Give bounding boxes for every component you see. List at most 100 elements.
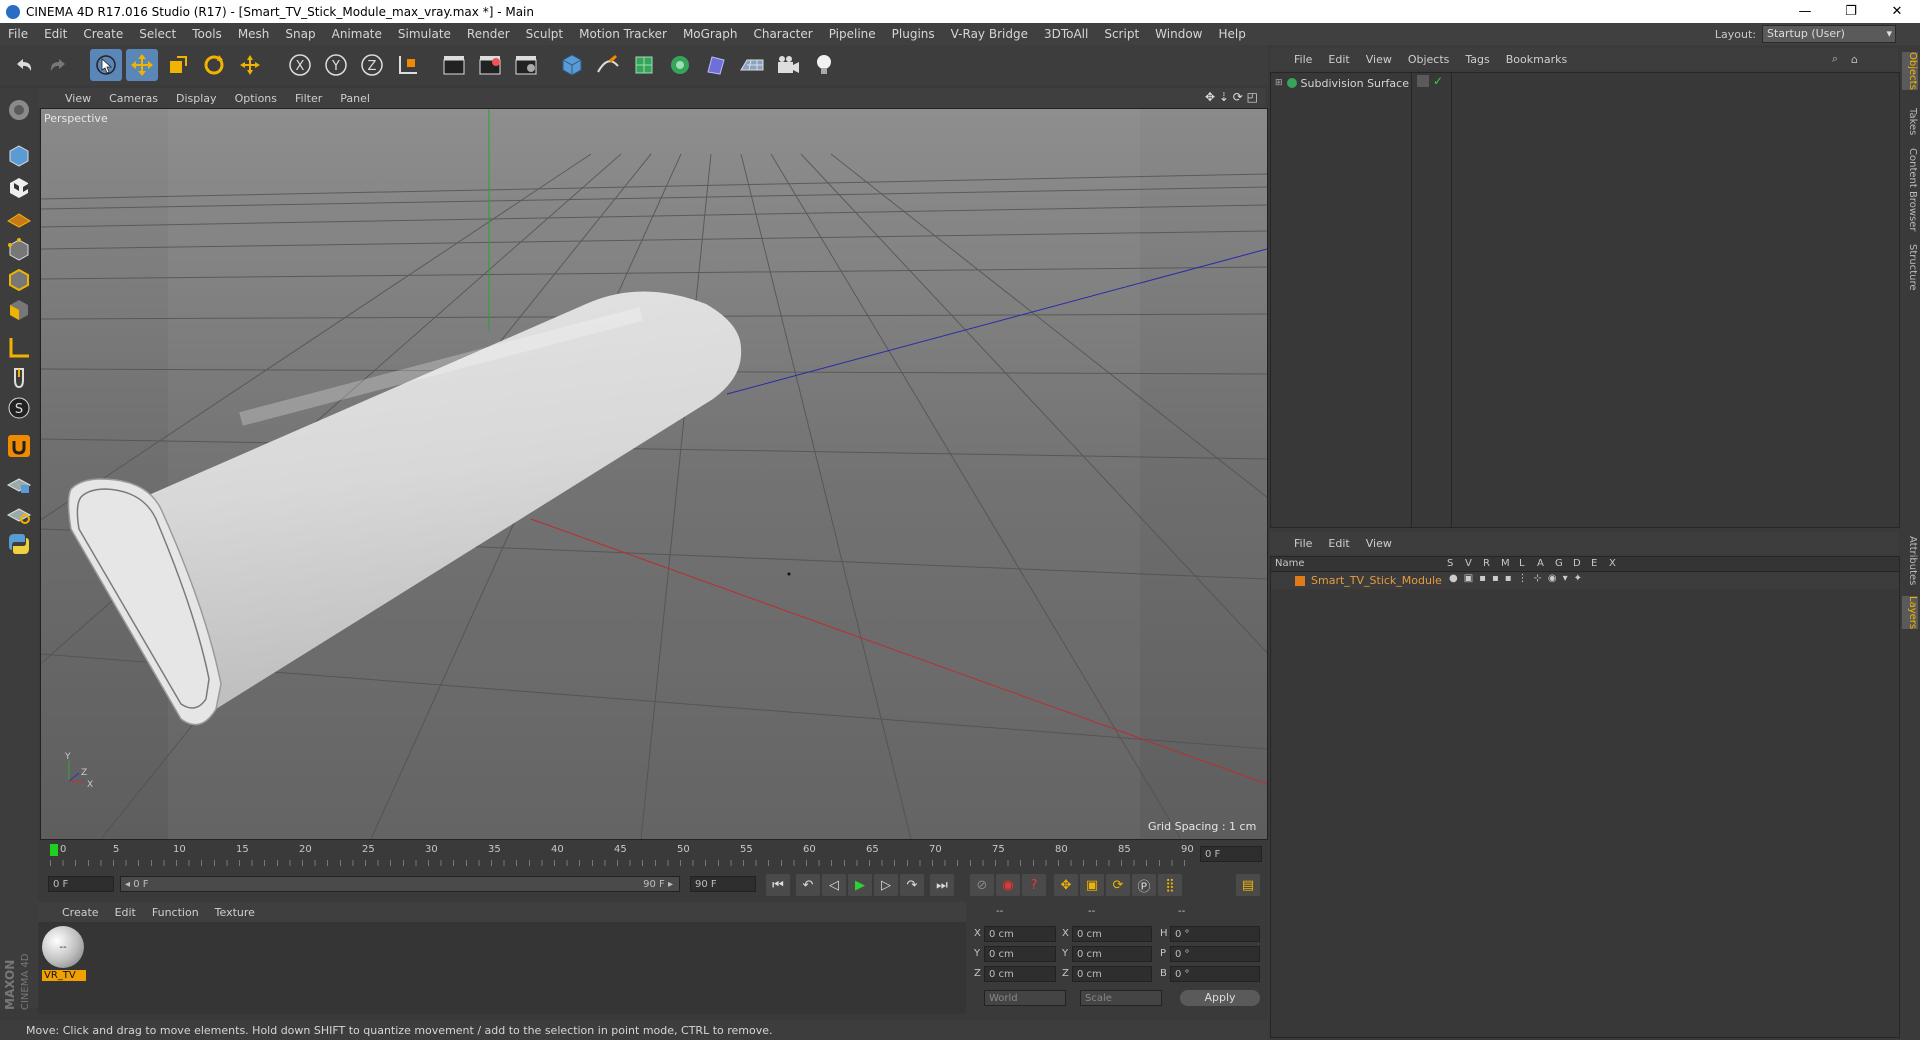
menu-help[interactable]: Help	[1210, 27, 1253, 41]
redo-icon[interactable]	[42, 49, 74, 81]
key-scale-icon[interactable]: ▣	[1080, 874, 1104, 896]
object-row[interactable]: ⊞ Subdivision Surface	[1275, 75, 1409, 91]
3d-viewport[interactable]: Y Z X	[40, 108, 1268, 840]
camera-object-icon[interactable]	[772, 49, 804, 81]
restore-button[interactable]: ❐	[1828, 0, 1874, 23]
size-mode-select[interactable]: Scale	[1080, 990, 1162, 1006]
menu-mograph[interactable]: MoGraph	[675, 27, 746, 41]
menu-snap[interactable]: Snap	[277, 27, 323, 41]
timeline-window-icon[interactable]: ▤	[1236, 874, 1260, 896]
menu-create[interactable]: Create	[75, 27, 131, 41]
key-parameter-icon[interactable]: Ⓟ	[1132, 874, 1156, 896]
viewport-menu-panel[interactable]: Panel	[331, 92, 379, 105]
menu-script[interactable]: Script	[1096, 27, 1147, 41]
menu-animate[interactable]: Animate	[324, 27, 390, 41]
light-object-icon[interactable]	[808, 49, 840, 81]
current-frame-field[interactable]: 0 F	[1200, 846, 1262, 862]
python-icon[interactable]	[3, 528, 35, 560]
viewport-nav-icons[interactable]: ✥ ⇣ ⟳ ◰	[1205, 90, 1258, 104]
objects-menu-bookmarks[interactable]: Bookmarks	[1498, 53, 1575, 66]
layout-select[interactable]: Startup (User)	[1762, 25, 1896, 43]
menu-tools[interactable]: Tools	[184, 27, 230, 41]
menu-character[interactable]: Character	[745, 27, 820, 41]
snap-icon[interactable]: S	[3, 392, 35, 424]
playhead-marker[interactable]	[50, 844, 58, 856]
autokey-icon[interactable]: ◉	[996, 874, 1020, 896]
editor-visibility-icon[interactable]	[1417, 75, 1429, 87]
rotation-p-field[interactable]: 0 °	[1170, 946, 1260, 962]
previous-frame-icon[interactable]: ◁	[822, 874, 846, 896]
layer-color-swatch[interactable]	[1295, 576, 1305, 586]
menu-pipeline[interactable]: Pipeline	[821, 27, 884, 41]
rotate-tool-icon[interactable]	[198, 49, 230, 81]
material-menu-texture[interactable]: Texture	[207, 906, 263, 919]
viewport-menu-filter[interactable]: Filter	[286, 92, 331, 105]
tab-takes[interactable]: Takes	[1902, 108, 1918, 135]
size-x-field[interactable]: 0 cm	[1072, 926, 1152, 942]
objects-menu-objects[interactable]: Objects	[1400, 53, 1458, 66]
apply-button[interactable]: Apply	[1180, 990, 1260, 1006]
position-x-field[interactable]: 0 cm	[984, 926, 1056, 942]
viewport-menu-options[interactable]: Options	[226, 92, 286, 105]
next-frame-icon[interactable]: ▷	[874, 874, 898, 896]
close-button[interactable]: ✕	[1874, 0, 1920, 23]
viewport-menu-cameras[interactable]: Cameras	[100, 92, 167, 105]
expand-icon[interactable]: ⊞	[1275, 78, 1283, 88]
menu-file[interactable]: File	[0, 27, 36, 41]
transform-tool-icon[interactable]	[234, 49, 266, 81]
rotation-h-field[interactable]: 0 °	[1170, 926, 1260, 942]
enabled-check-icon[interactable]: ✓	[1433, 74, 1443, 88]
key-rotation-icon[interactable]: ⟳	[1106, 874, 1130, 896]
model-mode-icon[interactable]	[3, 140, 35, 172]
objects-menu-file[interactable]: File	[1286, 53, 1320, 66]
tweak-mode-icon[interactable]	[3, 362, 35, 394]
y-axis-lock-icon[interactable]: Y	[320, 49, 352, 81]
menu-sculpt[interactable]: Sculpt	[518, 27, 571, 41]
tab-content-browser[interactable]: Content Browser	[1902, 148, 1918, 231]
viewport-menu-display[interactable]: Display	[167, 92, 226, 105]
x-axis-lock-icon[interactable]: X	[284, 49, 316, 81]
edges-mode-icon[interactable]	[3, 264, 35, 296]
menu-plugins[interactable]: Plugins	[884, 27, 943, 41]
undo-icon[interactable]	[8, 49, 40, 81]
magnet-icon[interactable]	[3, 430, 35, 462]
previous-key-icon[interactable]: ↶	[796, 874, 820, 896]
material-swatch[interactable]: -- VR_TV	[42, 926, 86, 984]
end-frame-field[interactable]: 90 F	[690, 876, 756, 892]
menu-vray-bridge[interactable]: V-Ray Bridge	[943, 27, 1036, 41]
render-view-icon[interactable]	[438, 49, 470, 81]
tab-layers[interactable]: Layers	[1902, 596, 1918, 630]
menu-simulate[interactable]: Simulate	[390, 27, 459, 41]
cube-object-icon[interactable]	[556, 49, 588, 81]
goto-start-icon[interactable]: ⏮	[766, 874, 790, 896]
planar-workplane-icon[interactable]	[3, 498, 35, 530]
render-settings-icon[interactable]	[510, 49, 542, 81]
position-z-field[interactable]: 0 cm	[984, 966, 1056, 982]
make-editable-icon[interactable]	[3, 94, 35, 126]
frame-range-slider[interactable]: ◂ 0 F 90 F ▸	[120, 876, 680, 892]
viewport-menu-view[interactable]: View	[56, 92, 100, 105]
menu-mesh[interactable]: Mesh	[230, 27, 278, 41]
menu-edit[interactable]: Edit	[36, 27, 75, 41]
menu-motion-tracker[interactable]: Motion Tracker	[571, 27, 675, 41]
material-menu-function[interactable]: Function	[144, 906, 207, 919]
tab-objects[interactable]: Objects	[1902, 52, 1918, 90]
objects-menu-tags[interactable]: Tags	[1457, 53, 1497, 66]
next-key-icon[interactable]: ↷	[900, 874, 924, 896]
size-y-field[interactable]: 0 cm	[1072, 946, 1152, 962]
polygons-mode-icon[interactable]	[3, 294, 35, 326]
workplane-icon[interactable]	[3, 202, 35, 234]
lock-workplane-icon[interactable]	[3, 468, 35, 500]
layers-menu-edit[interactable]: Edit	[1320, 537, 1357, 550]
position-y-field[interactable]: 0 cm	[984, 946, 1056, 962]
subdivision-surface-icon[interactable]	[628, 49, 660, 81]
size-z-field[interactable]: 0 cm	[1072, 966, 1152, 982]
objects-menu-view[interactable]: View	[1358, 53, 1400, 66]
layer-flag-icons[interactable]: ●▣▪▪▪⋮⊹◉▾✦	[1449, 573, 1588, 584]
floor-object-icon[interactable]	[736, 49, 768, 81]
scale-tool-icon[interactable]	[162, 49, 194, 81]
coordinate-system-icon[interactable]	[392, 49, 424, 81]
timeline-ruler[interactable]: 0 5 10 15 20 25 30 35 40 45 50 55 60 65 …	[40, 842, 1266, 868]
layers-menu-view[interactable]: View	[1358, 537, 1400, 550]
menu-select[interactable]: Select	[131, 27, 184, 41]
